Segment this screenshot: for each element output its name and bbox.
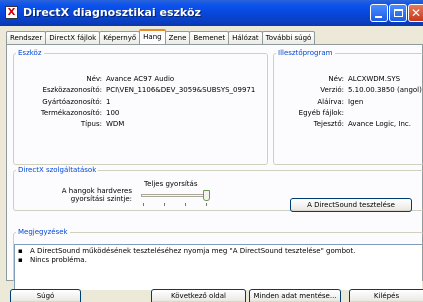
device-vendor-label: Gyártóazonosító: [42,98,102,106]
note-text: Nincs probléma. [30,256,87,264]
driver-name-label: Név: [328,75,344,83]
list-item: ▪ Nincs probléma. [18,256,87,264]
device-name-value: Avance AC97 Audio [106,75,175,83]
accel-slider-tick [143,203,144,206]
tab-directx-fajlok[interactable]: DirectX fájlok [45,31,101,44]
accel-slider-tick [206,203,207,206]
help-button[interactable]: Súgó [10,289,81,302]
exit-button[interactable]: Kilépés [349,289,423,302]
tab-strip: Rendszer DirectX fájlok Képernyő Hang Ze… [6,29,316,44]
driver-provider-value: Avance Logic, Inc. [348,120,411,128]
driver-signed-value: Igen [348,98,364,106]
maximize-button[interactable] [389,4,407,22]
tab-bemenet[interactable]: Bemenet [189,31,230,44]
maximize-icon [394,9,403,17]
minimize-button[interactable] [370,4,388,22]
tab-panel-hang: Eszköz Név: Avance AC97 Audio Eszközazon… [6,44,423,290]
driver-name-value: ALCXWDM.SYS [348,75,401,83]
accel-level-text: Teljes gyorsítás [144,180,198,188]
device-legend: Eszköz [18,49,42,57]
device-group: Eszköz Név: Avance AC97 Audio Eszközazon… [13,49,268,165]
title-bar[interactable]: X DirectX diagnosztikai eszköz ✕ [0,0,423,26]
bullet-icon: ▪ [18,256,23,264]
driver-version-label: Verzió: [320,86,344,94]
driver-provider-label: Tejesztő: [313,120,344,128]
device-name-label: Név: [86,75,102,83]
tab-tovabbi-sugo[interactable]: További súgó [261,31,316,44]
tab-rendszer[interactable]: Rendszer [6,31,47,44]
accel-slider-tick [185,203,186,206]
accel-label: A hangok hardveres gyorsítási szintje: [54,187,132,203]
tab-hang[interactable]: Hang [139,29,166,44]
driver-version-value: 5.10.00.3850 (angol) [348,86,422,94]
save-all-button[interactable]: Minden adat mentése... [249,289,341,302]
close-icon: ✕ [411,6,422,20]
accel-slider[interactable] [138,190,212,206]
notes-list[interactable]: ▪ A DirectSound működésének teszteléséhez… [14,244,422,290]
driver-group: Illesztőprogram Név: ALCXWDM.SYS Verzió:… [273,49,423,165]
list-item: ▪ A DirectSound működésének teszteléséhez… [18,247,355,255]
test-directsound-button[interactable]: A DirectSound tesztelése [290,198,412,212]
directx-app-icon: X [5,6,18,19]
device-product-label: Termékazonosító: [40,109,102,117]
next-page-button[interactable]: Következő oldal [151,289,246,302]
directsound-group: DirectX szolgáltatások A hangok hardvere… [13,166,423,212]
accel-slider-thumb[interactable] [203,190,210,201]
window-title: DirectX diagnosztikai eszköz [23,6,201,19]
device-product-value: 100 [106,109,120,117]
accel-label-line1: A hangok hardveres [61,187,132,195]
close-button[interactable]: ✕ [408,4,423,22]
note-text: A DirectSound működésének teszteléséhez … [30,247,356,255]
minimize-icon [375,16,382,18]
device-id-value: PCI\VEN_1106&DEV_3059&SUBSYS_09971 [106,86,256,94]
driver-other-files-label: Egyéb fájlok: [298,109,344,117]
directsound-legend: DirectX szolgáltatások [18,166,97,174]
accel-slider-tick [164,203,165,206]
driver-signed-label: Aláírva: [317,98,344,106]
device-type-label: Típus: [80,120,102,128]
tab-kepernyo[interactable]: Képernyő [99,31,141,44]
accel-label-line2: gyorsítási szintje: [70,195,132,203]
device-id-label: Eszközazonosító: [42,86,102,94]
notes-group: Megjegyzések ▪ A DirectSound működésének … [13,228,423,290]
tab-halozat[interactable]: Hálózat [228,31,263,44]
device-vendor-value: 1 [106,98,111,106]
driver-legend: Illesztőprogram [278,49,333,57]
tab-zene[interactable]: Zene [164,31,191,44]
notes-legend: Megjegyzések [18,228,68,236]
device-type-value: WDM [106,120,125,128]
accel-slider-track [141,194,205,197]
bullet-icon: ▪ [18,247,23,255]
